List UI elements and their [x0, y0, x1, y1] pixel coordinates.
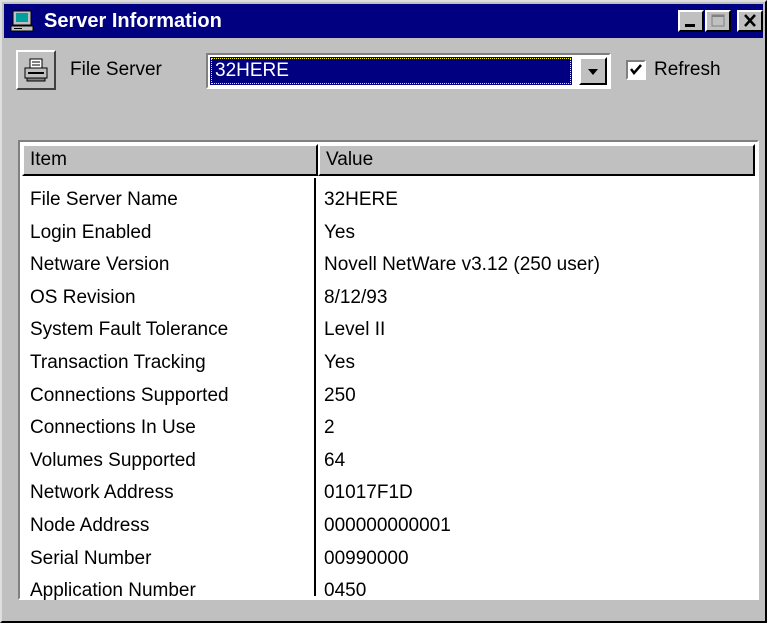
column-header-item[interactable]: Item [22, 144, 318, 176]
item-value: 01017F1D [324, 482, 413, 504]
item-label: Node Address [30, 514, 150, 536]
item-label: OS Revision [30, 286, 136, 308]
refresh-label[interactable]: Refresh [654, 59, 721, 81]
item-label: Connections Supported [30, 384, 229, 406]
list-row[interactable]: Volumes Supported 64 [22, 445, 755, 478]
list-row[interactable]: Application Number 0450 [22, 575, 755, 608]
server-info-list[interactable]: Item Value File Server Name 32HERE Login … [18, 140, 759, 601]
item-label: Application Number [30, 580, 196, 602]
column-header-value[interactable]: Value [318, 144, 755, 176]
item-value: 00990000 [324, 547, 409, 569]
list-row[interactable]: Connections In Use 2 [22, 412, 755, 445]
dropdown-button[interactable] [579, 57, 607, 85]
title-bar[interactable]: Server Information [4, 4, 763, 38]
list-row[interactable]: Serial Number 00990000 [22, 543, 755, 576]
item-label: Volumes Supported [30, 449, 196, 471]
minimize-icon [685, 24, 695, 27]
close-button[interactable] [737, 10, 763, 32]
minimize-button[interactable] [678, 10, 704, 32]
list-row[interactable]: Connections Supported 250 [22, 380, 755, 413]
list-rows: File Server Name 32HERE Login Enabled Yes … [22, 184, 755, 608]
item-label: Netware Version [30, 254, 170, 276]
item-label: Login Enabled [30, 221, 152, 243]
window-title: Server Information [44, 10, 222, 32]
item-value: Novell NetWare v3.12 (250 user) [324, 254, 600, 276]
item-label: System Fault Tolerance [30, 319, 229, 341]
item-value: 000000000001 [324, 514, 451, 536]
computer-icon [10, 9, 34, 33]
item-value: 250 [324, 384, 356, 406]
list-row[interactable]: System Fault Tolerance Level II [22, 314, 755, 347]
item-value: Level II [324, 319, 386, 341]
item-label: Transaction Tracking [30, 351, 206, 373]
list-row[interactable]: Node Address 000000000001 [22, 510, 755, 543]
item-value: Yes [324, 351, 355, 373]
list-row[interactable]: Netware Version Novell NetWare v3.12 (250… [22, 249, 755, 282]
file-server-select[interactable]: 32HERE [206, 53, 611, 89]
close-icon [744, 14, 756, 27]
item-label: Serial Number [30, 547, 152, 569]
list-row[interactable]: File Server Name 32HERE [22, 184, 755, 217]
item-value: 8/12/93 [324, 286, 388, 308]
list-row[interactable]: Login Enabled Yes [22, 217, 755, 250]
chevron-down-icon [588, 69, 598, 75]
list-row[interactable]: OS Revision 8/12/93 [22, 282, 755, 315]
server-information-window: Server Information File Server 32HERE Re… [0, 0, 767, 623]
file-server-label: File Server [70, 59, 162, 80]
refresh-checkbox[interactable] [626, 60, 646, 80]
item-value: 0450 [324, 580, 367, 602]
maximize-icon [711, 14, 725, 27]
list-row[interactable]: Network Address 01017F1D [22, 477, 755, 510]
item-value: Yes [324, 221, 355, 243]
list-row[interactable]: Transaction Tracking Yes [22, 347, 755, 380]
print-button[interactable] [16, 50, 56, 90]
item-label: Connections In Use [30, 417, 196, 439]
item-label: File Server Name [30, 189, 178, 210]
item-label: Network Address [30, 482, 174, 504]
printer-icon [24, 58, 48, 82]
item-value: 32HERE [324, 189, 398, 210]
maximize-button[interactable] [705, 10, 731, 32]
file-server-selected-value[interactable]: 32HERE [210, 57, 572, 85]
checkmark-icon [630, 64, 642, 75]
item-value: 64 [324, 449, 346, 471]
item-value: 2 [324, 417, 335, 439]
